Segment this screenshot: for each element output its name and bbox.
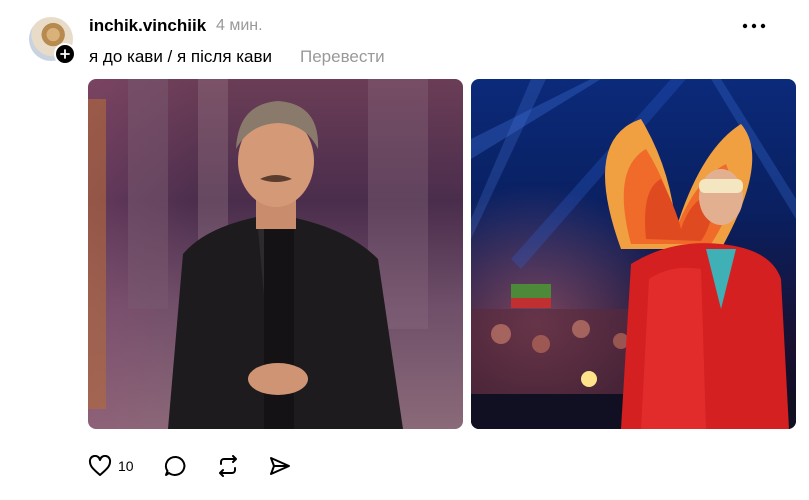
translate-link[interactable]: Перевести — [300, 47, 385, 67]
more-icon[interactable] — [740, 16, 768, 36]
repost-icon — [219, 455, 237, 477]
photo-after-coffee[interactable] — [471, 79, 796, 429]
post: inchik.vinchiik 4 мин. я до кави / я піс… — [0, 0, 809, 500]
post-time: 4 мин. — [216, 17, 263, 34]
share-button[interactable] — [268, 455, 292, 477]
heart-icon — [88, 455, 112, 476]
follow-plus-icon[interactable] — [54, 43, 76, 65]
repost-button[interactable] — [216, 455, 240, 477]
photo-before-coffee[interactable] — [88, 79, 463, 429]
like-button[interactable]: 10 — [88, 455, 134, 477]
share-icon — [270, 457, 290, 475]
username[interactable]: inchik.vinchiik — [89, 16, 206, 36]
comment-icon — [164, 456, 186, 476]
like-count: 10 — [118, 458, 134, 474]
comment-button[interactable] — [164, 455, 188, 477]
post-caption: я до кави / я після кави — [89, 47, 273, 66]
